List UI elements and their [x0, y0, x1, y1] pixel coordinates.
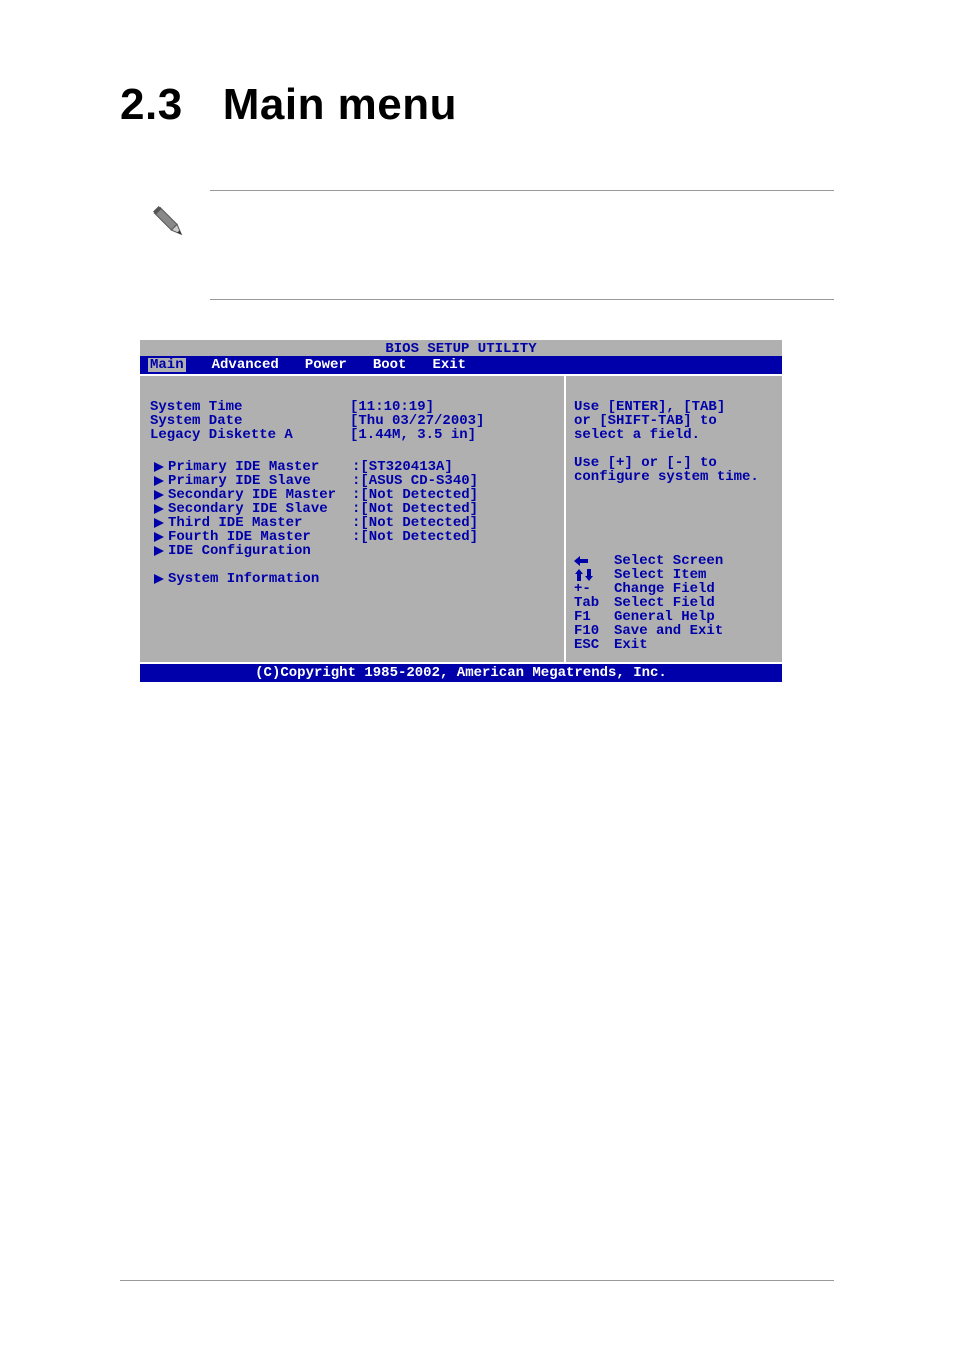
submenu-label: Primary IDE Master: [168, 460, 352, 474]
help-text: configure system time.: [574, 470, 774, 484]
submenu-value: :[Not Detected]: [352, 530, 478, 544]
field-system-date[interactable]: System Date [Thu 03/27/2003]: [150, 414, 554, 428]
nav-label: Select Item: [614, 568, 706, 582]
submenu-value: :[ST320413A]: [352, 460, 453, 474]
submenu-ide-configuration[interactable]: IDE Configuration: [150, 544, 554, 558]
bios-help-pane: Use [ENTER], [TAB] or [SHIFT-TAB] to sel…: [566, 376, 782, 662]
field-label: System Time: [150, 400, 350, 414]
bios-title: BIOS SETUP UTILITY: [140, 340, 782, 356]
arrow-up-down-icon: [574, 569, 606, 581]
nav-label: Select Screen: [614, 554, 723, 568]
arrow-left-icon: [574, 556, 606, 566]
submenu-primary-ide-slave[interactable]: Primary IDE Slave :[ASUS CD-S340]: [150, 474, 554, 488]
pencil-icon: [140, 199, 200, 247]
submenu-primary-ide-master[interactable]: Primary IDE Master :[ST320413A]: [150, 460, 554, 474]
help-text: select a field.: [574, 428, 774, 442]
help-text: Use [+] or [-] to: [574, 456, 774, 470]
bios-footer: (C)Copyright 1985-2002, American Megatre…: [140, 664, 782, 682]
field-value: [Thu 03/27/2003]: [350, 414, 484, 428]
submenu-system-information[interactable]: System Information: [150, 572, 554, 586]
nav-label: Save and Exit: [614, 624, 723, 638]
triangle-icon: [150, 532, 168, 542]
page-heading: 2.3 Main menu: [120, 80, 834, 130]
nav-label: Exit: [614, 638, 648, 652]
bios-left-pane: System Time [11:10:19] System Date [Thu …: [140, 376, 566, 662]
submenu-label: System Information: [168, 572, 352, 586]
triangle-icon: [150, 462, 168, 472]
nav-legend: Select Screen Select Item +- C: [574, 554, 774, 652]
note-block: [140, 190, 834, 300]
field-label: Legacy Diskette A: [150, 428, 350, 442]
field-value: [1.44M, 3.5 in]: [350, 428, 476, 442]
submenu-value: :[Not Detected]: [352, 516, 478, 530]
section-number: 2.3: [120, 80, 210, 130]
submenu-value: :[Not Detected]: [352, 502, 478, 516]
triangle-icon: [150, 518, 168, 528]
tab-power[interactable]: Power: [305, 358, 347, 372]
triangle-icon: [150, 490, 168, 500]
nav-key: +-: [574, 582, 606, 596]
tab-exit[interactable]: Exit: [432, 358, 466, 372]
nav-label: Select Field: [614, 596, 715, 610]
triangle-icon: [150, 476, 168, 486]
field-system-time[interactable]: System Time [11:10:19]: [150, 400, 554, 414]
nav-key: F10: [574, 624, 606, 638]
nav-label: Change Field: [614, 582, 715, 596]
help-text: Use [ENTER], [TAB]: [574, 400, 774, 414]
nav-label: General Help: [614, 610, 715, 624]
submenu-value: :[Not Detected]: [352, 488, 478, 502]
help-text: or [SHIFT-TAB] to: [574, 414, 774, 428]
triangle-icon: [150, 504, 168, 514]
submenu-value: :[ASUS CD-S340]: [352, 474, 478, 488]
submenu-label: Third IDE Master: [168, 516, 352, 530]
submenu-label: Primary IDE Slave: [168, 474, 352, 488]
nav-key: Tab: [574, 596, 606, 610]
divider: [120, 1280, 834, 1281]
submenu-secondary-ide-slave[interactable]: Secondary IDE Slave :[Not Detected]: [150, 502, 554, 516]
bios-screenshot: BIOS SETUP UTILITY Main Advanced Power B…: [140, 340, 782, 682]
section-title: Main menu: [223, 80, 457, 129]
submenu-label: Fourth IDE Master: [168, 530, 352, 544]
divider: [210, 299, 834, 300]
field-label: System Date: [150, 414, 350, 428]
submenu-label: IDE Configuration: [168, 544, 352, 558]
tab-advanced[interactable]: Advanced: [212, 358, 279, 372]
nav-key: F1: [574, 610, 606, 624]
triangle-icon: [150, 546, 168, 556]
bios-menu-bar: Main Advanced Power Boot Exit: [140, 356, 782, 374]
field-legacy-diskette[interactable]: Legacy Diskette A [1.44M, 3.5 in]: [150, 428, 554, 442]
nav-key: ESC: [574, 638, 606, 652]
submenu-third-ide-master[interactable]: Third IDE Master :[Not Detected]: [150, 516, 554, 530]
submenu-label: Secondary IDE Master: [168, 488, 352, 502]
submenu-label: Secondary IDE Slave: [168, 502, 352, 516]
tab-boot[interactable]: Boot: [373, 358, 407, 372]
field-value: [11:10:19]: [350, 400, 434, 414]
tab-main[interactable]: Main: [148, 358, 186, 372]
submenu-fourth-ide-master[interactable]: Fourth IDE Master :[Not Detected]: [150, 530, 554, 544]
triangle-icon: [150, 574, 168, 584]
submenu-secondary-ide-master[interactable]: Secondary IDE Master :[Not Detected]: [150, 488, 554, 502]
